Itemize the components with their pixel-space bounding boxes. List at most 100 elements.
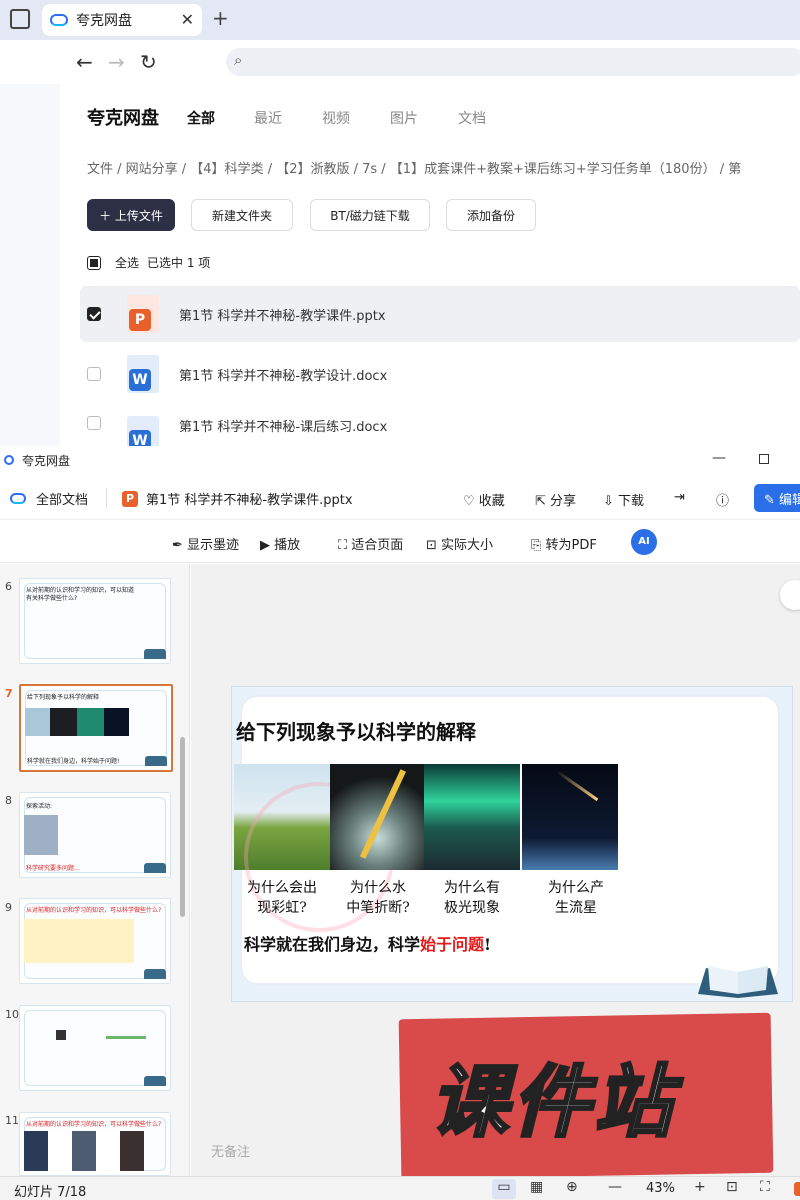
play-button[interactable]: ▶ 播放 <box>260 534 300 553</box>
tab-video[interactable]: 视频 <box>322 108 350 128</box>
download-button[interactable]: ⇩ 下载 <box>603 490 644 509</box>
select-all-label[interactable]: 全选 <box>115 254 139 271</box>
tab-title: 夸克网盘 <box>76 13 132 29</box>
add-backup-button[interactable]: 添加备份 <box>446 199 536 231</box>
share-button[interactable]: ⇱ 分享 <box>535 490 576 509</box>
show-ink-button[interactable]: ✒ 显示墨迹 <box>172 534 239 553</box>
browser-tab[interactable]: 夸克网盘 ✕ <box>42 4 202 36</box>
file-checkbox[interactable] <box>87 367 101 381</box>
caption-pencil: 为什么水 中笔折断? <box>346 880 410 916</box>
tab-search-icon[interactable] <box>10 9 30 29</box>
viewer-titlebar: 夸克网盘 <box>0 446 800 474</box>
slide-thumbnail-current[interactable]: 给下列现象予以科学的解释 科学就在我们身边，科学始于问题! <box>19 684 173 772</box>
docx-file-icon: W <box>127 355 159 393</box>
tab-all[interactable]: 全部 <box>187 108 215 128</box>
quark-logo-icon <box>4 455 14 465</box>
feedback-icon[interactable]: ⓘ <box>716 490 729 509</box>
slide-thumbnail[interactable] <box>19 1005 171 1091</box>
open-external-icon[interactable]: ⇥ <box>674 490 685 505</box>
slide-title: 给下列现象予以科学的解释 <box>236 720 476 744</box>
rainbow-image <box>234 764 394 932</box>
convert-pdf-button[interactable]: ⎘ 转为PDF <box>531 534 597 553</box>
pencil-in-water-image <box>330 764 426 870</box>
docx-file-icon: W <box>127 416 159 446</box>
file-row[interactable]: W 第1节 科学并不神秘-课后练习.docx <box>80 406 800 446</box>
viewer-window-title: 夸克网盘 <box>22 454 71 468</box>
file-checkbox[interactable] <box>87 416 101 430</box>
slide-conclusion: 科学就在我们身边，科学始于问题! <box>244 935 492 954</box>
left-strip <box>0 84 60 446</box>
thumb-number: 9 <box>5 901 12 914</box>
slide-thumbnail[interactable]: 从对前期的认识和学习的知识，可以科学做些什么? <box>19 898 171 984</box>
close-tab-icon[interactable]: ✕ <box>181 10 194 29</box>
header-divider <box>106 488 107 508</box>
globe-icon[interactable]: ⊕ <box>566 1179 578 1195</box>
selected-count: 已选中 1 项 <box>147 256 211 270</box>
book-decoration-icon <box>698 966 778 998</box>
slide-thumbnail[interactable]: 探索活动: 科学研究要多问题... <box>19 792 171 878</box>
thumb-number: 11 <box>5 1114 19 1127</box>
zoom-level: 43% <box>646 1181 675 1196</box>
file-row[interactable]: P 第1节 科学并不神秘-教学课件.pptx <box>80 286 800 342</box>
aurora-image <box>424 764 520 870</box>
collect-button[interactable]: ♡ 收藏 <box>463 490 505 509</box>
cloud-icon <box>10 493 26 504</box>
drive-brand: 夸克网盘 <box>87 108 159 129</box>
thumb-number: 10 <box>5 1008 19 1021</box>
tab-images[interactable]: 图片 <box>390 108 418 128</box>
all-docs-label: 全部文档 <box>36 493 89 508</box>
caption-aurora: 为什么有 极光现象 <box>444 880 500 916</box>
slide-thumbnail[interactable]: 从对前期的认识和学习的知识，可以科学做些什么? <box>19 1112 171 1176</box>
tab-docs[interactable]: 文档 <box>458 108 486 128</box>
watermark-text: 课件站 <box>428 1057 677 1150</box>
search-icon: ⌕ <box>234 51 243 69</box>
file-name[interactable]: 第1节 科学并不神秘-教学设计.docx <box>179 365 387 384</box>
thumbnail-scrollbar[interactable] <box>180 737 185 917</box>
app-badge[interactable] <box>794 1182 800 1196</box>
zoom-out-button[interactable]: — <box>608 1179 622 1195</box>
notes-placeholder[interactable]: 无备注 <box>211 1141 250 1160</box>
viewer-file: P 第1节 科学并不神秘-教学课件.pptx <box>122 489 353 508</box>
file-row[interactable]: W 第1节 科学并不神秘-教学设计.docx <box>80 346 800 402</box>
caption-meteor: 为什么产 生流星 <box>548 880 604 916</box>
forward-button[interactable]: → <box>108 50 125 74</box>
status-bar <box>0 1176 800 1200</box>
caption-rainbow: 为什么会出 现彩虹? <box>247 880 317 916</box>
file-name[interactable]: 第1节 科学并不神秘-教学课件.pptx <box>179 305 386 324</box>
normal-view-icon[interactable]: ▭ <box>492 1179 516 1199</box>
slide-counter: 幻灯片 7/18 <box>14 1185 87 1200</box>
new-folder-button[interactable]: 新建文件夹 <box>191 199 293 231</box>
edit-button[interactable]: ✎ 编辑 <box>754 484 800 512</box>
meteor-image <box>522 764 618 870</box>
thumb-number: 6 <box>5 580 12 593</box>
select-all-checkbox[interactable] <box>87 255 101 270</box>
selection-row: 全选 已选中 1 项 <box>87 254 210 271</box>
tab-recent[interactable]: 最近 <box>254 108 282 128</box>
breadcrumb[interactable]: 文件 / 网站分享 / 【4】科学类 / 【2】浙教版 / 7s / 【1】成套… <box>87 158 741 177</box>
back-button[interactable]: ← <box>76 50 93 74</box>
thumb-number: 7 <box>5 687 13 700</box>
thumb-number: 8 <box>5 794 12 807</box>
minimize-button[interactable]: — <box>712 450 726 466</box>
quark-cloud-icon <box>50 14 68 26</box>
fit-page-button[interactable]: ⛶ 适合页面 <box>338 534 403 553</box>
file-checkbox[interactable] <box>87 307 101 321</box>
ai-assistant-button[interactable]: AI <box>631 529 657 555</box>
fit-screen-icon[interactable]: ⊡ <box>726 1179 738 1195</box>
grid-view-icon[interactable]: ▦ <box>530 1179 543 1195</box>
pptx-icon: P <box>122 490 138 507</box>
maximize-button[interactable] <box>759 454 769 464</box>
viewer-file-name: 第1节 科学并不神秘-教学课件.pptx <box>146 493 353 508</box>
new-tab-button[interactable]: + <box>212 6 229 30</box>
zoom-in-button[interactable]: + <box>694 1179 706 1195</box>
pptx-file-icon: P <box>127 295 159 333</box>
slide-thumbnail[interactable]: 从对前期的认识和学习的知识，可以知道 有关科学做些什么? <box>19 578 171 664</box>
actual-size-button[interactable]: ⊡ 实际大小 <box>426 534 493 553</box>
file-name[interactable]: 第1节 科学并不神秘-课后练习.docx <box>179 416 387 435</box>
bt-download-button[interactable]: BT/磁力链下载 <box>310 199 430 231</box>
reload-button[interactable]: ↻ <box>140 50 157 74</box>
upload-button[interactable]: ＋ 上传文件 <box>87 199 175 231</box>
all-docs-link[interactable]: 全部文档 <box>10 489 88 508</box>
fullscreen-icon[interactable]: ⛶ <box>760 1179 770 1195</box>
url-input[interactable]: ⌕ <box>226 48 800 76</box>
